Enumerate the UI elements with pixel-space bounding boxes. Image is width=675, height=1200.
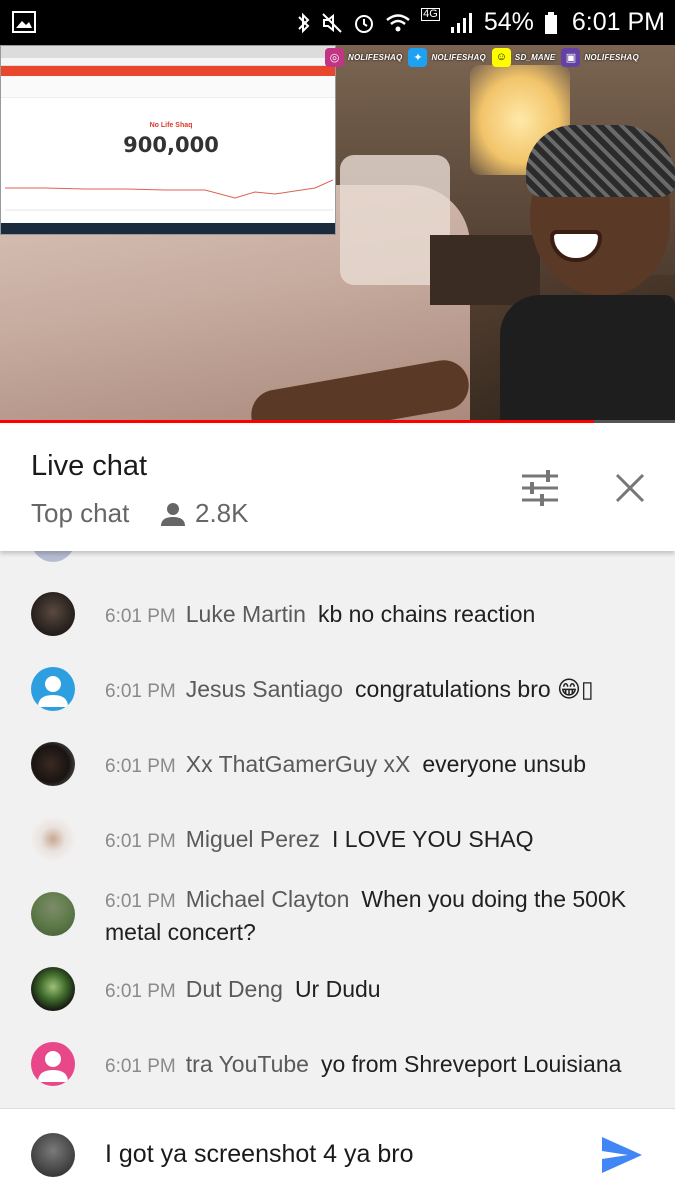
snapchat-icon: ☺ <box>491 47 511 67</box>
person-icon <box>161 502 185 526</box>
bluetooth-icon <box>298 12 310 33</box>
viewer-count-value: 2.8K <box>195 498 249 528</box>
message-time: 6:01 PM <box>105 1056 176 1077</box>
network-type: 4G <box>421 8 440 21</box>
message-author[interactable]: Luke Martin <box>186 601 306 627</box>
inset-taskbar <box>1 223 335 234</box>
message-text: yo from Shreveport Louisiana <box>320 1051 622 1077</box>
message-time: 6:01 PM <box>105 681 176 702</box>
top-chat-selector[interactable]: Top chat <box>31 498 129 529</box>
avatar[interactable] <box>31 592 75 636</box>
chat-message: 6:01 PM Miguel Perez I LOVE YOU SHAQ <box>105 824 645 857</box>
default-avatar-icon <box>38 1051 68 1082</box>
message-text: everyone unsub <box>422 751 586 777</box>
social-twitch: ▣ NOLIFESHAQ <box>561 47 639 67</box>
message-time: 6:01 PM <box>105 756 176 777</box>
signal-icon <box>450 12 472 33</box>
message-author[interactable]: Jesus Santiago <box>186 676 343 702</box>
avatar[interactable] <box>31 667 75 711</box>
inset-count-card: No Life Shaq 900,000 <box>121 116 221 171</box>
streamer-bandana <box>526 125 675 197</box>
social-twitter: ✦ NOLIFESHAQ <box>408 47 486 67</box>
clock: 6:01 PM <box>571 8 665 36</box>
message-time: 6:01 PM <box>105 981 176 1002</box>
alarm-icon <box>355 14 374 33</box>
message-time: 6:01 PM <box>105 891 176 912</box>
viewer-count: 2.8K <box>160 498 249 529</box>
inset-screen-capture: No Life Shaq 900,000 <box>0 45 336 235</box>
avatar[interactable] <box>31 967 75 1011</box>
message-author[interactable]: Michael Clayton <box>186 886 350 912</box>
battery-percent: 54% <box>483 8 534 36</box>
message-time: 6:01 PM <box>105 831 176 852</box>
inset-site-subheader <box>1 76 335 98</box>
inset-browser-url <box>1 58 335 66</box>
chat-input[interactable]: I got ya screenshot 4 ya bro <box>105 1140 414 1169</box>
close-icon[interactable] <box>612 470 648 506</box>
message-text: I LOVE YOU SHAQ <box>332 826 534 852</box>
message-time: 6:01 PM <box>105 606 176 627</box>
message-author[interactable]: Miguel Perez <box>186 826 320 852</box>
inset-browser-tabs <box>1 46 335 58</box>
chat-message: 6:01 PM tra YouTube yo from Shreveport Lou… <box>105 1049 645 1082</box>
gallery-icon <box>12 11 36 33</box>
twitch-icon: ▣ <box>561 47 581 67</box>
message-text: congratulations bro 😁▯ <box>355 676 594 702</box>
avatar[interactable] <box>31 742 75 786</box>
inset-subscriber-chart <box>5 179 333 211</box>
instagram-handle: NOLIFESHAQ <box>348 52 403 62</box>
streamer <box>500 95 675 423</box>
instagram-icon: ◎ <box>325 47 344 67</box>
message-author[interactable]: Xx ThatGamerGuy xX <box>186 751 411 777</box>
snapchat-handle: SD_MANE <box>514 52 556 62</box>
live-chat-title: Live chat <box>31 450 148 482</box>
twitch-handle: NOLIFESHAQ <box>584 52 639 62</box>
avatar[interactable] <box>31 892 75 936</box>
wifi-icon <box>386 13 410 31</box>
message-author[interactable]: tra YouTube <box>186 1051 309 1077</box>
chat-message: 6:01 PM Michael Clayton When you doing the… <box>105 884 645 947</box>
social-overlay: ◎ NOLIFESHAQ ✦ NOLIFESHAQ ☺ SD_MANE ▣ NO… <box>325 47 639 67</box>
status-bar: 4G 54% 6:01 PM <box>0 0 675 45</box>
avatar[interactable] <box>31 817 75 861</box>
inset-subscriber-count: 900,000 <box>123 133 219 157</box>
user-avatar <box>31 1133 75 1177</box>
message-text: When you doing the 500K metal concert? <box>105 886 627 945</box>
chat-message: 6:01 PM Dut Deng Ur Dudu <box>105 974 645 1007</box>
battery-icon <box>544 11 557 34</box>
inset-channel-name: No Life Shaq <box>149 122 193 129</box>
social-instagram: ◎ NOLIFESHAQ <box>325 47 403 67</box>
chat-message: 6:01 PM Xx ThatGamerGuy xX everyone unsub <box>105 749 645 782</box>
filter-icon[interactable] <box>520 468 560 508</box>
message-text: kb no chains reaction <box>317 601 536 627</box>
mute-icon <box>322 12 342 33</box>
chat-header <box>0 423 675 551</box>
default-avatar-icon <box>38 676 68 707</box>
chat-message: 6:01 PM Jesus Santiago congratulations bro… <box>105 674 645 707</box>
social-snapchat: ☺ SD_MANE <box>491 47 556 67</box>
streamer-torso <box>500 295 675 423</box>
twitter-icon: ✦ <box>408 47 428 67</box>
send-icon[interactable] <box>600 1135 644 1175</box>
avatar[interactable] <box>31 1042 75 1086</box>
message-text: Ur Dudu <box>294 976 381 1002</box>
twitter-handle: NOLIFESHAQ <box>431 52 486 62</box>
chat-message: 6:01 PM Luke Martin kb no chains reaction <box>105 599 645 632</box>
inset-site-header <box>1 66 335 76</box>
message-author[interactable]: Dut Deng <box>186 976 283 1002</box>
